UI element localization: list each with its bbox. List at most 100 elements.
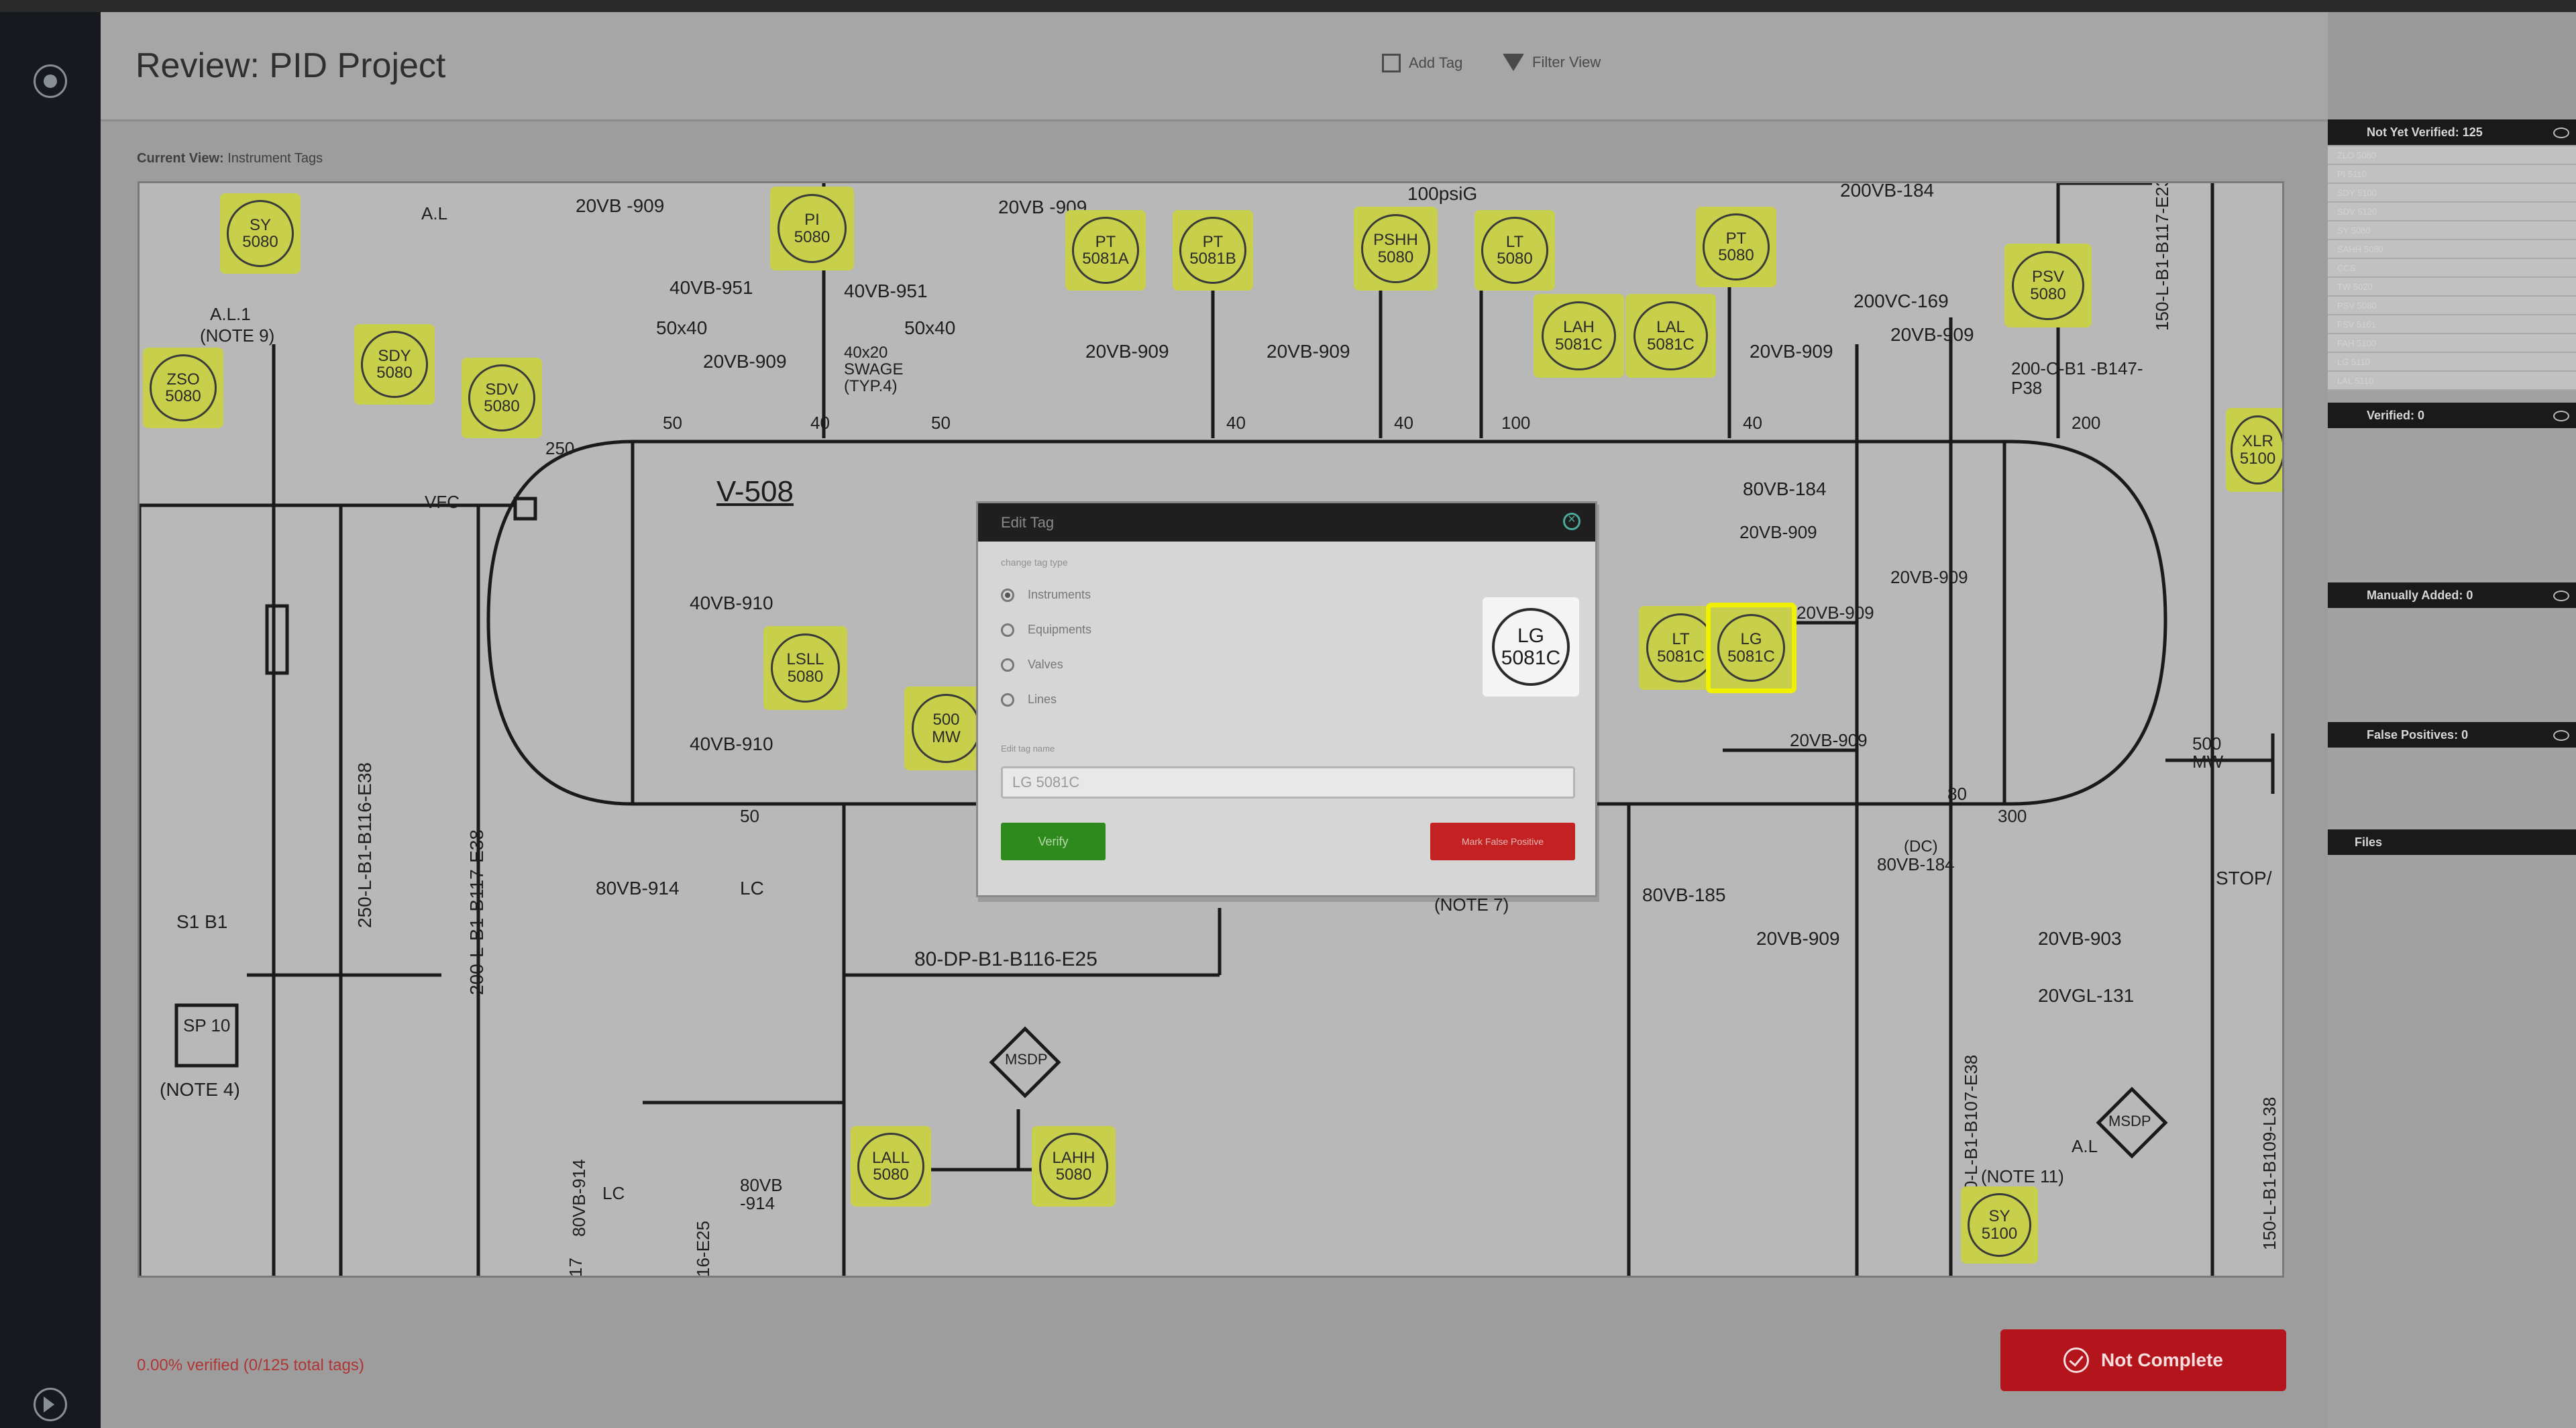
line-label: 40 (810, 413, 830, 433)
files-header[interactable]: Files (2328, 829, 2576, 855)
line-label: S1 B1 (176, 911, 228, 932)
eye-icon[interactable] (2553, 411, 2569, 421)
list-item[interactable]: CCS (2328, 259, 2576, 278)
close-icon[interactable] (1563, 512, 1580, 530)
filter-icon (1503, 54, 1524, 71)
list-item[interactable]: SDY 5100 (2328, 184, 2576, 203)
list-item[interactable]: ZLO 5080 (2328, 146, 2576, 165)
line-label: (NOTE 11) (1981, 1166, 2064, 1186)
instrument-tag[interactable]: LAHH 5080 (1032, 1126, 1116, 1207)
list-item[interactable]: SDV 5120 (2328, 203, 2576, 221)
instrument-tag[interactable]: SDV 5080 (462, 358, 542, 438)
line-label: 40 (1394, 413, 1413, 433)
verified-header[interactable]: Verified: 0 (2328, 403, 2576, 428)
instrument-tag[interactable]: LAL 5081C (1625, 294, 1716, 378)
radio-instruments[interactable]: Instruments (1001, 588, 1091, 602)
radio-icon[interactable] (1001, 658, 1014, 672)
verify-button[interactable]: Verify (1001, 823, 1106, 860)
list-item[interactable]: FSV 5161 (2328, 315, 2576, 334)
window-top-bar (0, 0, 2576, 12)
line-label: A.L (421, 203, 448, 223)
radio-valves[interactable]: Valves (1001, 658, 1063, 672)
radio-lines[interactable]: Lines (1001, 693, 1057, 707)
line-label: 50x40 (656, 317, 708, 338)
add-tag-icon (1382, 54, 1401, 72)
current-view-label: Current View: (137, 151, 224, 166)
line-label: 20VB-909 (1796, 603, 1874, 623)
edit-tag-modal: Edit Tag change tag type Instruments Equ… (976, 501, 1597, 897)
line-label: 80VB-914 (569, 1159, 589, 1237)
list-item[interactable]: PI 5110 (2328, 165, 2576, 184)
list-item[interactable]: LG 5110 (2328, 353, 2576, 372)
radio-selected-icon[interactable] (1001, 588, 1014, 602)
instrument-tag[interactable]: PT 5080 (1696, 207, 1776, 287)
current-view: Current View: Instrument Tags (137, 151, 323, 166)
line-label: 20VB-909 (1890, 324, 1974, 345)
line-label: 40x20 SWAGE (TYP.4) (844, 344, 904, 396)
eye-icon[interactable] (2553, 730, 2569, 741)
expand-icon[interactable] (34, 1388, 67, 1421)
line-label: A.L (2072, 1136, 2098, 1156)
eye-icon[interactable] (2553, 128, 2569, 138)
tag-name-label: Edit tag name (1001, 744, 1055, 754)
line-label: 50 (663, 413, 682, 433)
line-label: VFC (425, 492, 460, 512)
line-label: 250-L-B1-B116-E38 (354, 762, 375, 928)
line-label: 50x40 (904, 317, 956, 338)
line-label: 17 (566, 1258, 586, 1277)
instrument-tag[interactable]: LSLL 5080 (763, 626, 847, 710)
list-item[interactable]: FAH 5100 (2328, 334, 2576, 353)
instrument-tag[interactable]: SY 5100 (1961, 1186, 2038, 1264)
line-label: 20VB-909 (1267, 341, 1350, 362)
mark-false-positive-button[interactable]: Mark False Positive (1430, 823, 1575, 860)
line-label: 40VB-951 (844, 280, 928, 301)
instrument-tag[interactable]: PT 5081A (1065, 210, 1146, 291)
list-item[interactable]: LAL 5110 (2328, 372, 2576, 391)
line-label: (DC) (1904, 837, 1938, 856)
instrument-tag[interactable]: XLR 5100 (2226, 408, 2282, 492)
instrument-tag[interactable]: PI 5080 (770, 187, 854, 270)
false-positives-header[interactable]: False Positives: 0 (2328, 722, 2576, 748)
instrument-tag[interactable]: SDY 5080 (354, 324, 435, 405)
line-label: 40 (1743, 413, 1762, 433)
line-label: A.L.1 (210, 304, 251, 324)
app-logo-icon[interactable] (34, 64, 67, 98)
left-nav (0, 12, 101, 1428)
instrument-tag[interactable]: PSHH 5080 (1354, 207, 1438, 291)
instrument-tag[interactable]: LAH 5081C (1534, 294, 1624, 378)
manually-added-header[interactable]: Manually Added: 0 (2328, 582, 2576, 608)
not-complete-button[interactable]: Not Complete (2000, 1329, 2286, 1391)
selected-instrument-tag[interactable]: LG 5081C (1706, 603, 1796, 693)
line-label: 200VC-169 (1854, 291, 1949, 311)
radio-icon[interactable] (1001, 693, 1014, 707)
instrument-tag[interactable]: LALL 5080 (851, 1126, 931, 1207)
radio-icon[interactable] (1001, 623, 1014, 637)
list-item[interactable]: SAHH 5080 (2328, 240, 2576, 259)
check-circle-icon (2063, 1347, 2089, 1373)
eye-icon[interactable] (2553, 591, 2569, 601)
modal-title: Edit Tag (1001, 513, 1055, 531)
list-item[interactable]: PSV 5080 (2328, 297, 2576, 315)
filter-view-button[interactable]: Filter View (1503, 54, 1601, 71)
instrument-tag[interactable]: SY 5080 (220, 193, 301, 274)
line-label: 100psiG (1407, 183, 1478, 204)
list-item[interactable]: TW 5020 (2328, 278, 2576, 297)
line-label: 20VB-903 (2038, 928, 2122, 949)
line-label: 16-E25 (693, 1221, 713, 1277)
instrument-tag[interactable]: ZSO 5080 (143, 348, 223, 428)
add-tag-button[interactable]: Add Tag (1382, 54, 1462, 72)
line-label: 80VB-184 (1877, 854, 1955, 874)
line-label: 200 (2072, 413, 2101, 433)
instrument-tag[interactable]: PT 5081B (1173, 210, 1253, 291)
list-item[interactable]: SY 5080 (2328, 221, 2576, 240)
instrument-tag[interactable]: LT 5080 (1474, 210, 1555, 291)
line-label: 20VB-909 (1890, 567, 1968, 587)
not-verified-header[interactable]: Not Yet Verified: 125 (2328, 119, 2576, 145)
instrument-tag[interactable]: PSV 5080 (2004, 244, 2092, 327)
line-label: 150-L-B1-B117-E23 (2152, 181, 2172, 331)
add-tag-label: Add Tag (1409, 54, 1463, 71)
line-label: MSDP (1005, 1051, 1048, 1068)
tag-name-input[interactable] (1001, 766, 1575, 799)
radio-equipments[interactable]: Equipments (1001, 623, 1091, 637)
line-label: MSDP (2108, 1113, 2151, 1129)
